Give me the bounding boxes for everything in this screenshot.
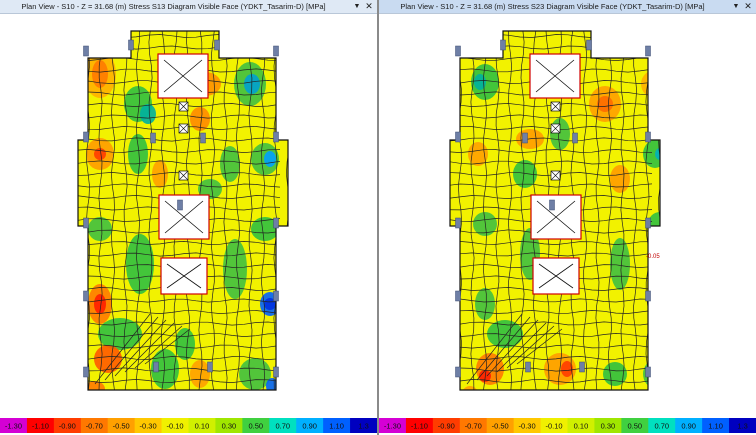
column-support <box>645 131 651 143</box>
legend-tick-label: -0.30 <box>140 422 157 431</box>
close-icon[interactable]: ✕ <box>363 0 375 13</box>
stress-contour-region <box>462 386 478 390</box>
column-support <box>214 39 220 51</box>
column-support <box>645 217 651 229</box>
stress-contour-region <box>641 70 660 98</box>
column-support <box>83 217 89 229</box>
legend-tick-label: -1.30 <box>5 422 22 431</box>
column-support <box>273 366 279 378</box>
stress-contour-region <box>610 165 630 193</box>
stress-color-legend: -1.30 -1.10 -0.90 -0.70 -0.50 -0.30 -0.10 0.10 0… <box>0 416 377 435</box>
pin-icon[interactable]: ▼ <box>351 0 363 13</box>
legend-tick-label: -0.70 <box>465 422 482 431</box>
legend-tick-label: 0.10 <box>195 422 210 431</box>
legend-tick-label: 0.10 <box>574 422 589 431</box>
stress-contour-region <box>264 151 276 167</box>
column-support <box>455 290 461 302</box>
column-support <box>455 366 461 378</box>
column-support <box>455 217 461 229</box>
stress-contour-region <box>140 104 156 124</box>
legend-tick-label: 0.70 <box>654 422 669 431</box>
column-support <box>200 132 206 144</box>
column-support <box>177 199 183 211</box>
column-support <box>153 361 159 373</box>
value-annotation: -0.05 <box>646 254 660 260</box>
column-support <box>522 132 528 144</box>
stress-contour-region <box>597 96 613 112</box>
legend-tick-label: -1.10 <box>32 422 49 431</box>
stress-color-legend: -1.30 -1.10 -0.90 -0.70 -0.50 -0.30 -0.10 0.10 0… <box>379 416 756 435</box>
column-support <box>455 45 461 57</box>
column-support <box>273 217 279 229</box>
legend-tick-label: -0.10 <box>545 422 562 431</box>
window-title-bar[interactable]: Plan View - S10 - Z = 31.68 (m) Stress S… <box>0 0 377 14</box>
legend-tick-label: 0.30 <box>601 422 616 431</box>
legend-tick-label: -0.30 <box>519 422 536 431</box>
column-support <box>645 290 651 302</box>
legend-tick-label: 1.3 <box>358 422 368 431</box>
column-support <box>586 39 592 51</box>
column-support <box>525 361 531 373</box>
legend-tick-label: -0.90 <box>59 422 76 431</box>
legend-tick-label: -0.50 <box>113 422 130 431</box>
column-support <box>83 290 89 302</box>
legend-tick-label: -1.10 <box>411 422 428 431</box>
stress-contour-region <box>610 238 630 290</box>
legend-tick-label: 1.10 <box>708 422 723 431</box>
pin-icon[interactable]: ▼ <box>730 0 742 13</box>
s23-stress-contour-plot[interactable]: -0.05 <box>379 14 756 414</box>
column-support <box>572 132 578 144</box>
column-support <box>645 366 651 378</box>
stress-contour-region <box>128 134 148 174</box>
legend-tick-label: 0.30 <box>222 422 237 431</box>
legend-tick-label: 0.70 <box>275 422 290 431</box>
column-support <box>83 366 89 378</box>
stress-contour-region <box>94 345 122 373</box>
column-support <box>150 132 156 144</box>
legend-tick-label: 1.3 <box>737 422 747 431</box>
window-title: Plan View - S10 - Z = 31.68 (m) Stress S… <box>400 2 705 11</box>
column-support <box>273 45 279 57</box>
legend-tick-label: 0.50 <box>249 422 264 431</box>
legend-tick-label: -0.90 <box>438 422 455 431</box>
stress-s23-plan-view-window: Plan View - S10 - Z = 31.68 (m) Stress S… <box>379 0 756 435</box>
stress-contour-region <box>550 118 570 150</box>
legend-tick-label: -0.10 <box>166 422 183 431</box>
column-support <box>83 131 89 143</box>
legend-tick-label: 1.10 <box>329 422 344 431</box>
column-support <box>500 39 506 51</box>
s13-stress-contour-plot[interactable] <box>0 14 377 414</box>
column-support <box>83 45 89 57</box>
column-support <box>455 131 461 143</box>
stress-contour-region <box>650 288 660 320</box>
legend-tick-label: -1.30 <box>384 422 401 431</box>
column-support <box>128 39 134 51</box>
legend-tick-label: 0.90 <box>681 422 696 431</box>
column-support <box>207 361 213 373</box>
legend-tick-label: 0.50 <box>628 422 643 431</box>
column-support <box>579 361 585 373</box>
column-support <box>273 131 279 143</box>
column-support <box>645 45 651 57</box>
column-support <box>549 199 555 211</box>
window-title-bar[interactable]: Plan View - S10 - Z = 31.68 (m) Stress S… <box>379 0 756 14</box>
legend-tick-label: 0.90 <box>302 422 317 431</box>
column-support <box>273 290 279 302</box>
legend-tick-label: -0.50 <box>492 422 509 431</box>
stress-s13-plan-view-window: Plan View - S10 - Z = 31.68 (m) Stress S… <box>0 0 377 435</box>
stress-contour-region <box>88 217 112 241</box>
close-icon[interactable]: ✕ <box>742 0 754 13</box>
window-title: Plan View - S10 - Z = 31.68 (m) Stress S… <box>21 2 326 11</box>
legend-tick-label: -0.70 <box>86 422 103 431</box>
